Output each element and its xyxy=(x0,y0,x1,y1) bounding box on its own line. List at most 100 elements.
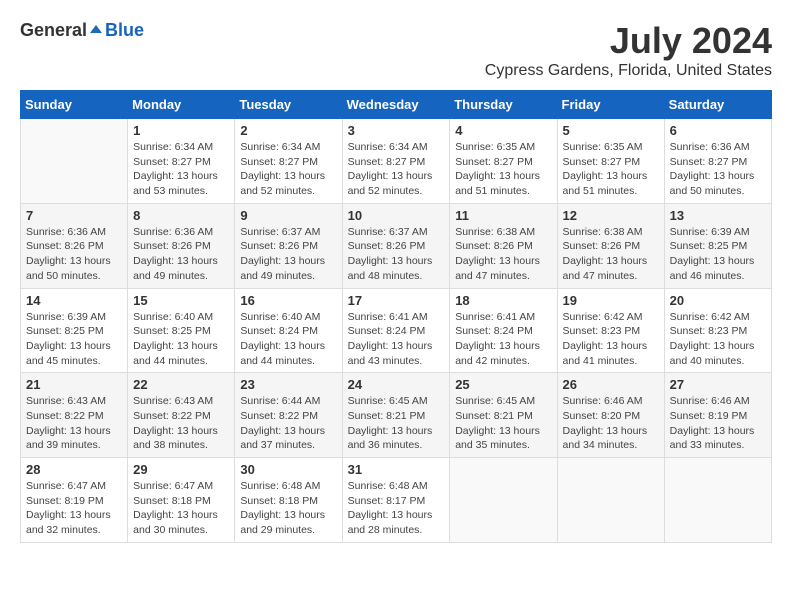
day-number: 10 xyxy=(348,208,445,223)
cell-sunset: Sunset: 8:24 PM xyxy=(348,325,426,337)
header-wednesday: Wednesday xyxy=(342,91,450,119)
header-sunday: Sunday xyxy=(21,91,128,119)
table-row: 24 Sunrise: 6:45 AM Sunset: 8:21 PM Dayligh… xyxy=(342,373,450,458)
cell-daylight: Daylight: 13 hours and 49 minutes. xyxy=(240,255,325,282)
day-number: 30 xyxy=(240,462,336,477)
cell-sunset: Sunset: 8:27 PM xyxy=(240,156,318,168)
table-row: 2Sunrise: 6:34 AMSunset: 8:27 PMDaylight… xyxy=(235,119,342,204)
cell-sunrise: Sunrise: 6:41 AM xyxy=(348,311,428,323)
table-row: 3Sunrise: 6:34 AMSunset: 8:27 PMDaylight… xyxy=(342,119,450,204)
day-number: 25 xyxy=(455,377,551,392)
table-row: 9Sunrise: 6:37 AMSunset: 8:26 PMDaylight… xyxy=(235,203,342,288)
table-row xyxy=(557,458,664,543)
cell-daylight: Daylight: 13 hours and 29 minutes. xyxy=(240,509,325,536)
cell-sunrise: Sunrise: 6:36 AM xyxy=(26,226,106,238)
cell-daylight: Daylight: 13 hours and 53 minutes. xyxy=(133,170,218,197)
cell-daylight: Daylight: 13 hours and 38 minutes. xyxy=(133,425,218,452)
cell-sunset: Sunset: 8:22 PM xyxy=(26,410,104,422)
day-number: 29 xyxy=(133,462,229,477)
table-row: 7Sunrise: 6:36 AMSunset: 8:26 PMDaylight… xyxy=(21,203,128,288)
cell-sunset: Sunset: 8:26 PM xyxy=(26,240,104,252)
cell-daylight: Daylight: 13 hours and 52 minutes. xyxy=(348,170,433,197)
day-number: 24 xyxy=(348,377,445,392)
cell-daylight: Daylight: 13 hours and 39 minutes. xyxy=(26,425,111,452)
header-tuesday: Tuesday xyxy=(235,91,342,119)
day-number: 27 xyxy=(670,377,766,392)
day-number: 1 xyxy=(133,123,229,138)
cell-sunrise: Sunrise: 6:37 AM xyxy=(240,226,320,238)
cell-sunrise: Sunrise: 6:47 AM xyxy=(133,480,213,492)
cell-daylight: Daylight: 13 hours and 47 minutes. xyxy=(455,255,540,282)
cell-sunset: Sunset: 8:21 PM xyxy=(348,410,426,422)
logo-blue-text: Blue xyxy=(105,20,144,41)
day-number: 16 xyxy=(240,293,336,308)
table-row: 12Sunrise: 6:38 AMSunset: 8:26 PMDayligh… xyxy=(557,203,664,288)
cell-sunrise: Sunrise: 6:45 AM xyxy=(348,395,428,407)
title-section: July 2024 Cypress Gardens, Florida, Unit… xyxy=(485,20,772,80)
cell-sunrise: Sunrise: 6:46 AM xyxy=(563,395,643,407)
cell-sunset: Sunset: 8:27 PM xyxy=(133,156,211,168)
table-row: 25Sunrise: 6:45 AMSunset: 8:21 PMDayligh… xyxy=(450,373,557,458)
table-row: 14Sunrise: 6:39 AMSunset: 8:25 PMDayligh… xyxy=(21,288,128,373)
cell-sunset: Sunset: 8:18 PM xyxy=(133,495,211,507)
day-number: 26 xyxy=(563,377,659,392)
day-number: 15 xyxy=(133,293,229,308)
cell-sunrise: Sunrise: 6:42 AM xyxy=(670,311,750,323)
table-row xyxy=(664,458,771,543)
cell-sunset: Sunset: 8:27 PM xyxy=(348,156,426,168)
cell-sunset: Sunset: 8:17 PM xyxy=(348,495,426,507)
cell-sunset: Sunset: 8:26 PM xyxy=(563,240,641,252)
header-friday: Friday xyxy=(557,91,664,119)
day-number: 2 xyxy=(240,123,336,138)
cell-sunrise: Sunrise: 6:40 AM xyxy=(133,311,213,323)
table-row: 18Sunrise: 6:41 AMSunset: 8:24 PMDayligh… xyxy=(450,288,557,373)
table-row: 15Sunrise: 6:40 AMSunset: 8:25 PMDayligh… xyxy=(128,288,235,373)
cell-daylight: Daylight: 13 hours and 41 minutes. xyxy=(563,340,648,367)
cell-sunset: Sunset: 8:18 PM xyxy=(240,495,318,507)
table-row xyxy=(21,119,128,204)
table-row: 10 Sunrise: 6:37 AM Sunset: 8:26 PM Dayligh… xyxy=(342,203,450,288)
cell-sunrise: Sunrise: 6:43 AM xyxy=(133,395,213,407)
day-number: 6 xyxy=(670,123,766,138)
location-subtitle: Cypress Gardens, Florida, United States xyxy=(485,62,772,80)
cell-sunset: Sunset: 8:26 PM xyxy=(455,240,533,252)
cell-sunrise: Sunrise: 6:46 AM xyxy=(670,395,750,407)
day-number: 9 xyxy=(240,208,336,223)
cell-daylight: Daylight: 13 hours and 28 minutes. xyxy=(348,509,433,536)
cell-sunset: Sunset: 8:26 PM xyxy=(133,240,211,252)
cell-sunrise: Sunrise: 6:38 AM xyxy=(455,226,535,238)
cell-sunrise: Sunrise: 6:34 AM xyxy=(240,141,320,153)
cell-daylight: Daylight: 13 hours and 51 minutes. xyxy=(455,170,540,197)
header-saturday: Saturday xyxy=(664,91,771,119)
logo-icon xyxy=(88,23,104,39)
cell-daylight: Daylight: 13 hours and 49 minutes. xyxy=(133,255,218,282)
calendar-body: 1 Sunrise: 6:34 AM Sunset: 8:27 PM Daylight… xyxy=(21,119,772,543)
cell-sunrise: Sunrise: 6:38 AM xyxy=(563,226,643,238)
header-thursday: Thursday xyxy=(450,91,557,119)
cell-daylight: Daylight: 13 hours and 32 minutes. xyxy=(26,509,111,536)
cell-sunrise: Sunrise: 6:41 AM xyxy=(455,311,535,323)
day-number: 7 xyxy=(26,208,122,223)
logo-general-text: General xyxy=(20,20,87,41)
day-number: 18 xyxy=(455,293,551,308)
table-row: 21Sunrise: 6:43 AMSunset: 8:22 PMDayligh… xyxy=(21,373,128,458)
cell-sunset: Sunset: 8:26 PM xyxy=(348,240,426,252)
cell-daylight: Daylight: 13 hours and 48 minutes. xyxy=(348,255,433,282)
logo: General Blue xyxy=(20,20,144,41)
cell-sunset: Sunset: 8:24 PM xyxy=(455,325,533,337)
table-row: 28Sunrise: 6:47 AMSunset: 8:19 PMDayligh… xyxy=(21,458,128,543)
day-number: 3 xyxy=(348,123,445,138)
cell-daylight: Daylight: 13 hours and 36 minutes. xyxy=(348,425,433,452)
cell-sunrise: Sunrise: 6:44 AM xyxy=(240,395,320,407)
table-row: 1Sunrise: 6:34 AMSunset: 8:27 PMDaylight… xyxy=(128,119,235,204)
day-number: 12 xyxy=(563,208,659,223)
cell-sunset: Sunset: 8:22 PM xyxy=(240,410,318,422)
table-row: 13Sunrise: 6:39 AMSunset: 8:25 PMDayligh… xyxy=(664,203,771,288)
cell-daylight: Daylight: 13 hours and 43 minutes. xyxy=(348,340,433,367)
cell-daylight: Daylight: 13 hours and 30 minutes. xyxy=(133,509,218,536)
calendar-header: Sunday Monday Tuesday Wednesday Thursday… xyxy=(21,91,772,119)
cell-sunrise: Sunrise: 6:37 AM xyxy=(348,226,428,238)
day-number: 28 xyxy=(26,462,122,477)
cell-daylight: Daylight: 13 hours and 50 minutes. xyxy=(670,170,755,197)
table-row: 31Sunrise: 6:48 AMSunset: 8:17 PMDayligh… xyxy=(342,458,450,543)
